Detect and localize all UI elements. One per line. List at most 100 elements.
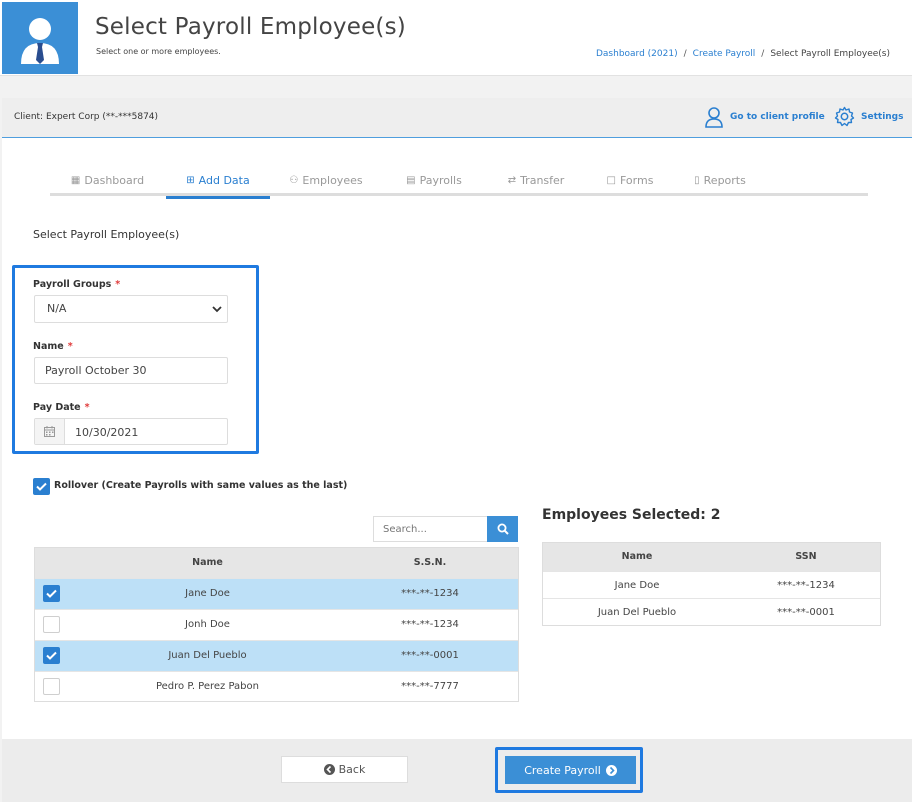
tab-forms[interactable]: □ Forms [580,164,680,196]
rollover-label: Rollover (Create Payrolls with same valu… [54,480,348,491]
chevron-down-icon [212,306,222,313]
label-text: Pay Date [33,402,81,413]
employees-table: Name S.S.N. Jane Doe ***-**-1234 Jonh Do… [34,547,519,702]
create-payroll-button[interactable]: Create Payroll [505,756,636,784]
employees-selected-title: Employees Selected: 2 [542,507,721,523]
employee-name: Jane Doe [185,588,230,599]
column-header-ssn: SSN [795,551,817,562]
breadcrumb-current: Select Payroll Employee(s) [770,49,890,59]
breadcrumb: Dashboard (2021) / Create Payroll / Select P… [596,49,890,59]
employee-ssn: ***-**-1234 [401,588,459,599]
search-button[interactable] [487,516,518,542]
employee-name: Juan Del Pueblo [168,650,247,661]
payroll-groups-select[interactable]: N/A [34,295,228,323]
tab-employees[interactable]: ⚇ Employees [272,164,380,196]
employee-ssn: ***-**-1234 [777,580,835,591]
required-mark: * [67,341,73,352]
profile-link-label: Go to client profile [730,112,825,122]
tab-dashboard[interactable]: ▦ Dashboard [50,164,165,196]
required-mark: * [115,279,121,290]
employee-name: Jonh Doe [185,619,230,630]
employee-name: Pedro P. Perez Pabon [155,681,259,692]
go-to-client-profile-link[interactable]: Go to client profile [704,106,825,128]
grid-icon: ▦ [70,174,81,186]
user-outline-icon [705,107,723,128]
page-header: Select Payroll Employee(s) Select one or… [0,0,912,76]
exchange-icon: ⇄ [507,174,517,186]
tab-label: Forms [620,173,654,187]
user-icon [21,18,59,64]
create-payroll-label: Create Payroll [524,763,601,777]
search-icon [497,523,509,535]
pay-date-field[interactable]: 10/30/2021 [34,418,228,445]
file-icon: □ [606,174,616,186]
settings-label: Settings [861,111,904,122]
arrow-left-circle-icon [323,764,335,775]
table-header: Name S.S.N. [35,548,518,578]
pay-date-value: 10/30/2021 [75,426,139,439]
employee-ssn: ***-**-7777 [401,681,459,692]
table-row: Juan Del Pueblo ***-**-0001 [543,598,880,626]
client-bar: Client: Expert Corp (**-***5874) Go to c… [2,98,912,138]
label-text: Payroll Groups [33,279,112,290]
plus-square-icon: ⊞ [186,174,195,186]
settings-link[interactable]: Settings [834,106,903,127]
money-icon: ▤ [406,174,416,186]
breadcrumb-separator: / [683,49,687,59]
table-header: Name SSN [543,543,880,571]
table-row: Jane Doe ***-**-1234 [543,571,880,599]
breadcrumb-separator: / [761,49,765,59]
search-input[interactable] [373,516,487,542]
tab-bar: ▦ Dashboard ⊞ Add Data ⚇ Employees ▤ Payroll… [50,164,868,199]
employee-ssn: ***-**-0001 [401,650,459,661]
employee-ssn: ***-**-0001 [777,607,835,618]
employee-name: Jane Doe [614,580,660,591]
column-header-name: Name [621,551,653,562]
clipboard-icon: ▯ [694,174,700,186]
tab-add-data[interactable]: ⊞ Add Data [166,164,270,199]
footer-bar: Back Create Payroll [2,739,912,802]
tab-label: Add Data [198,173,250,187]
tab-payrolls[interactable]: ▤ Payrolls [384,164,484,196]
selected-employees-table: Name SSN Jane Doe ***-**-1234 Juan Del P… [542,542,881,626]
select-value: N/A [47,302,67,315]
tab-label: Dashboard [84,173,145,187]
back-button[interactable]: Back [281,756,408,783]
required-mark: * [84,402,90,413]
checkmark-icon [36,482,47,491]
rollover-checkbox[interactable] [33,478,50,495]
gear-icon [834,106,855,127]
table-row[interactable]: Pedro P. Perez Pabon ***-**-7777 [35,671,518,702]
breadcrumb-dashboard[interactable]: Dashboard (2021) [596,49,678,59]
breadcrumb-create-payroll[interactable]: Create Payroll [693,49,756,59]
tab-reports[interactable]: ▯ Reports [670,164,770,196]
tab-label: Employees [302,173,363,187]
table-row[interactable]: Jane Doe ***-**-1234 [35,578,518,609]
column-header-ssn[interactable]: S.S.N. [365,557,495,568]
tab-label: Transfer [520,173,565,187]
section-title: Select Payroll Employee(s) [33,228,180,241]
tab-transfer[interactable]: ⇄ Transfer [486,164,586,196]
employee-ssn: ***-**-1234 [401,619,459,630]
employee-search [373,516,518,542]
employee-avatar [2,2,78,74]
arrow-right-circle-icon [605,764,617,776]
page-title: Select Payroll Employee(s) [95,14,406,40]
back-label: Back [338,763,366,776]
users-icon: ⚇ [289,174,299,186]
main-panel: ▦ Dashboard ⊞ Add Data ⚇ Employees ▤ Payroll… [2,138,912,739]
client-label: Client: Expert Corp (**-***5874) [14,112,159,122]
employee-name: Juan Del Pueblo [597,607,677,618]
payroll-name-input[interactable] [34,357,228,384]
column-header-name[interactable]: Name [35,557,380,568]
table-row[interactable]: Juan Del Pueblo ***-**-0001 [35,640,518,671]
tab-label: Reports [703,173,746,187]
payroll-groups-label: Payroll Groups * [33,279,120,290]
label-text: Name [33,341,64,352]
tab-label: Payrolls [419,173,462,187]
table-row[interactable]: Jonh Doe ***-**-1234 [35,609,518,640]
name-label: Name * [33,341,73,352]
calendar-icon[interactable] [35,419,65,444]
pay-date-label: Pay Date * [33,402,90,413]
page-subtitle: Select one or more employees. [96,47,221,56]
